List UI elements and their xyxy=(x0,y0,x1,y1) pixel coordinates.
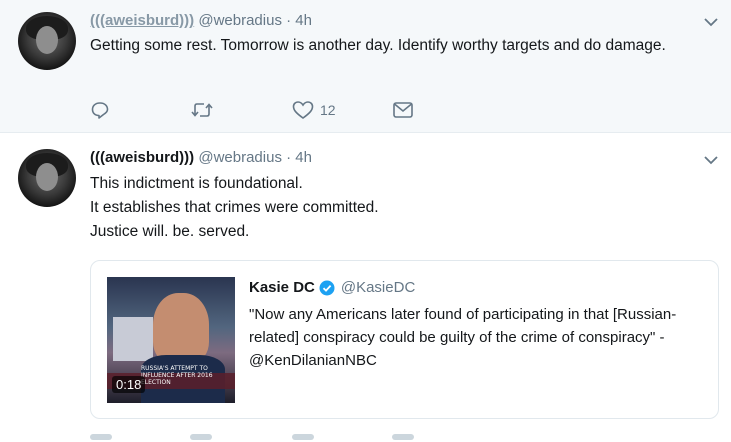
avatar[interactable] xyxy=(18,12,76,70)
video-thumbnail[interactable]: RUSSIA'S ATTEMPT TO INFLUENCE AFTER 2016… xyxy=(107,277,235,403)
retweet-icon[interactable] xyxy=(190,434,212,440)
tweet-text: Getting some rest. Tomorrow is another d… xyxy=(90,37,666,54)
avatar[interactable] xyxy=(18,149,76,207)
tweet-text-line: Justice will. be. served. xyxy=(90,223,250,240)
quoted-user-handle[interactable]: @KasieDC xyxy=(341,279,415,296)
tweet-text-line: It establishes that crimes were committe… xyxy=(90,199,379,216)
chevron-down-icon[interactable] xyxy=(703,14,719,30)
reply-icon[interactable] xyxy=(90,434,112,440)
envelope-icon[interactable] xyxy=(392,434,414,440)
separator-dot: · xyxy=(286,12,292,29)
reply-button[interactable] xyxy=(90,98,110,122)
tweet-text-line: This indictment is foundational. xyxy=(90,175,303,192)
separator-dot: · xyxy=(286,149,292,166)
heart-icon[interactable] xyxy=(292,434,314,440)
chevron-down-icon[interactable] xyxy=(703,152,719,168)
quoted-tweet[interactable]: RUSSIA'S ATTEMPT TO INFLUENCE AFTER 2016… xyxy=(90,260,719,419)
user-handle[interactable]: @webradius xyxy=(198,12,282,29)
quoted-tweet-text: "Now any Americans later found of partic… xyxy=(249,306,677,369)
video-duration: 0:18 xyxy=(112,376,146,393)
timestamp[interactable]: 4h xyxy=(295,149,312,166)
retweet-icon xyxy=(191,103,213,117)
tweet-header: (((aweisburd))) @webradius · 4h xyxy=(90,12,312,29)
tweet-text: This indictment is foundational. It esta… xyxy=(90,172,710,244)
like-count: 12 xyxy=(320,102,336,118)
retweet-button[interactable] xyxy=(190,98,214,122)
news-banner-text: RUSSIA'S ATTEMPT TO INFLUENCE AFTER 2016… xyxy=(141,365,213,386)
user-handle[interactable]: @webradius xyxy=(198,149,282,166)
reply-icon xyxy=(91,102,109,119)
display-name[interactable]: (((aweisburd))) xyxy=(90,149,194,166)
like-button[interactable]: 12 xyxy=(292,98,336,122)
tweet-actions-partial xyxy=(90,430,450,442)
verified-badge-icon xyxy=(319,280,335,295)
tweet-header: (((aweisburd))) @webradius · 4h xyxy=(90,149,312,166)
tweet-first[interactable]: (((aweisburd))) @webradius · 4h Getting … xyxy=(0,0,731,133)
quoted-tweet-header: Kasie DC @KasieDC xyxy=(249,279,415,296)
direct-message-button[interactable] xyxy=(392,98,414,122)
display-name[interactable]: (((aweisburd))) xyxy=(90,12,194,29)
envelope-icon xyxy=(393,102,413,118)
heart-icon xyxy=(292,101,314,119)
quoted-display-name[interactable]: Kasie DC xyxy=(249,279,315,296)
timestamp[interactable]: 4h xyxy=(295,12,312,29)
